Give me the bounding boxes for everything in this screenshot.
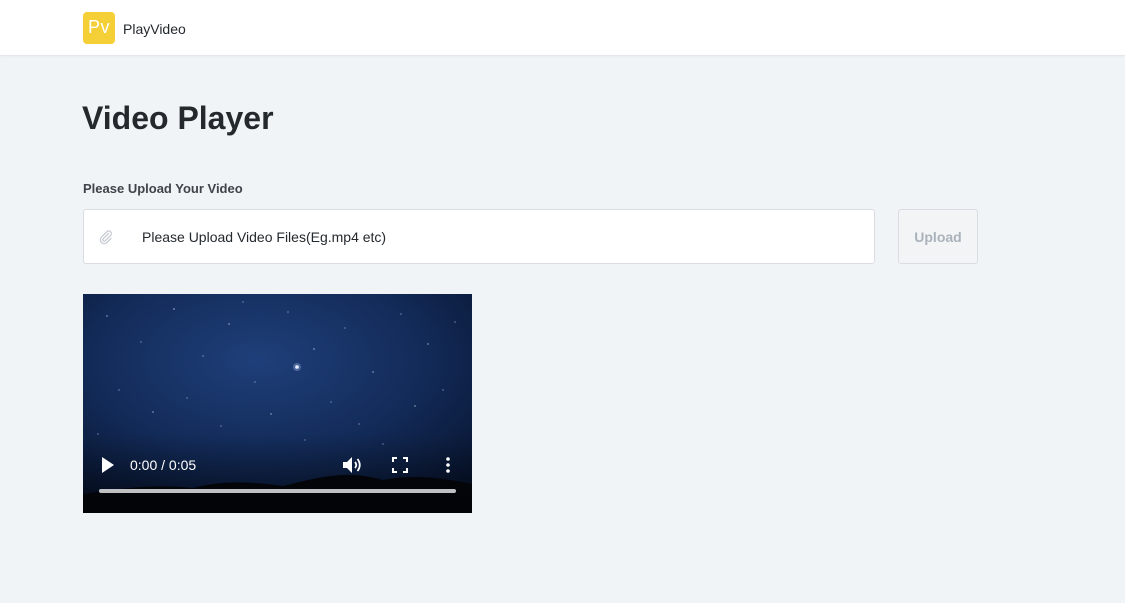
volume-icon[interactable] [342, 456, 362, 474]
time-display: 0:00 / 0:05 [130, 457, 197, 473]
play-icon[interactable] [101, 457, 115, 473]
file-input-placeholder: Please Upload Video Files(Eg.mp4 etc) [142, 229, 387, 245]
controls-shade [83, 433, 472, 513]
video-player[interactable]: 0:00 / 0:05 [83, 294, 472, 513]
logo[interactable]: Pv [83, 12, 115, 44]
upload-button[interactable]: Upload [898, 209, 978, 264]
fullscreen-icon[interactable] [392, 457, 408, 473]
upload-label: Please Upload Your Video [83, 181, 243, 196]
brand-name[interactable]: PlayVideo [123, 21, 186, 37]
more-vertical-icon[interactable] [442, 457, 454, 473]
navbar: Pv PlayVideo [0, 0, 1125, 56]
progress-bar[interactable] [99, 489, 456, 493]
file-input[interactable]: Please Upload Video Files(Eg.mp4 etc) [83, 209, 875, 264]
paperclip-icon [99, 230, 112, 245]
page-title: Video Player [82, 100, 274, 136]
